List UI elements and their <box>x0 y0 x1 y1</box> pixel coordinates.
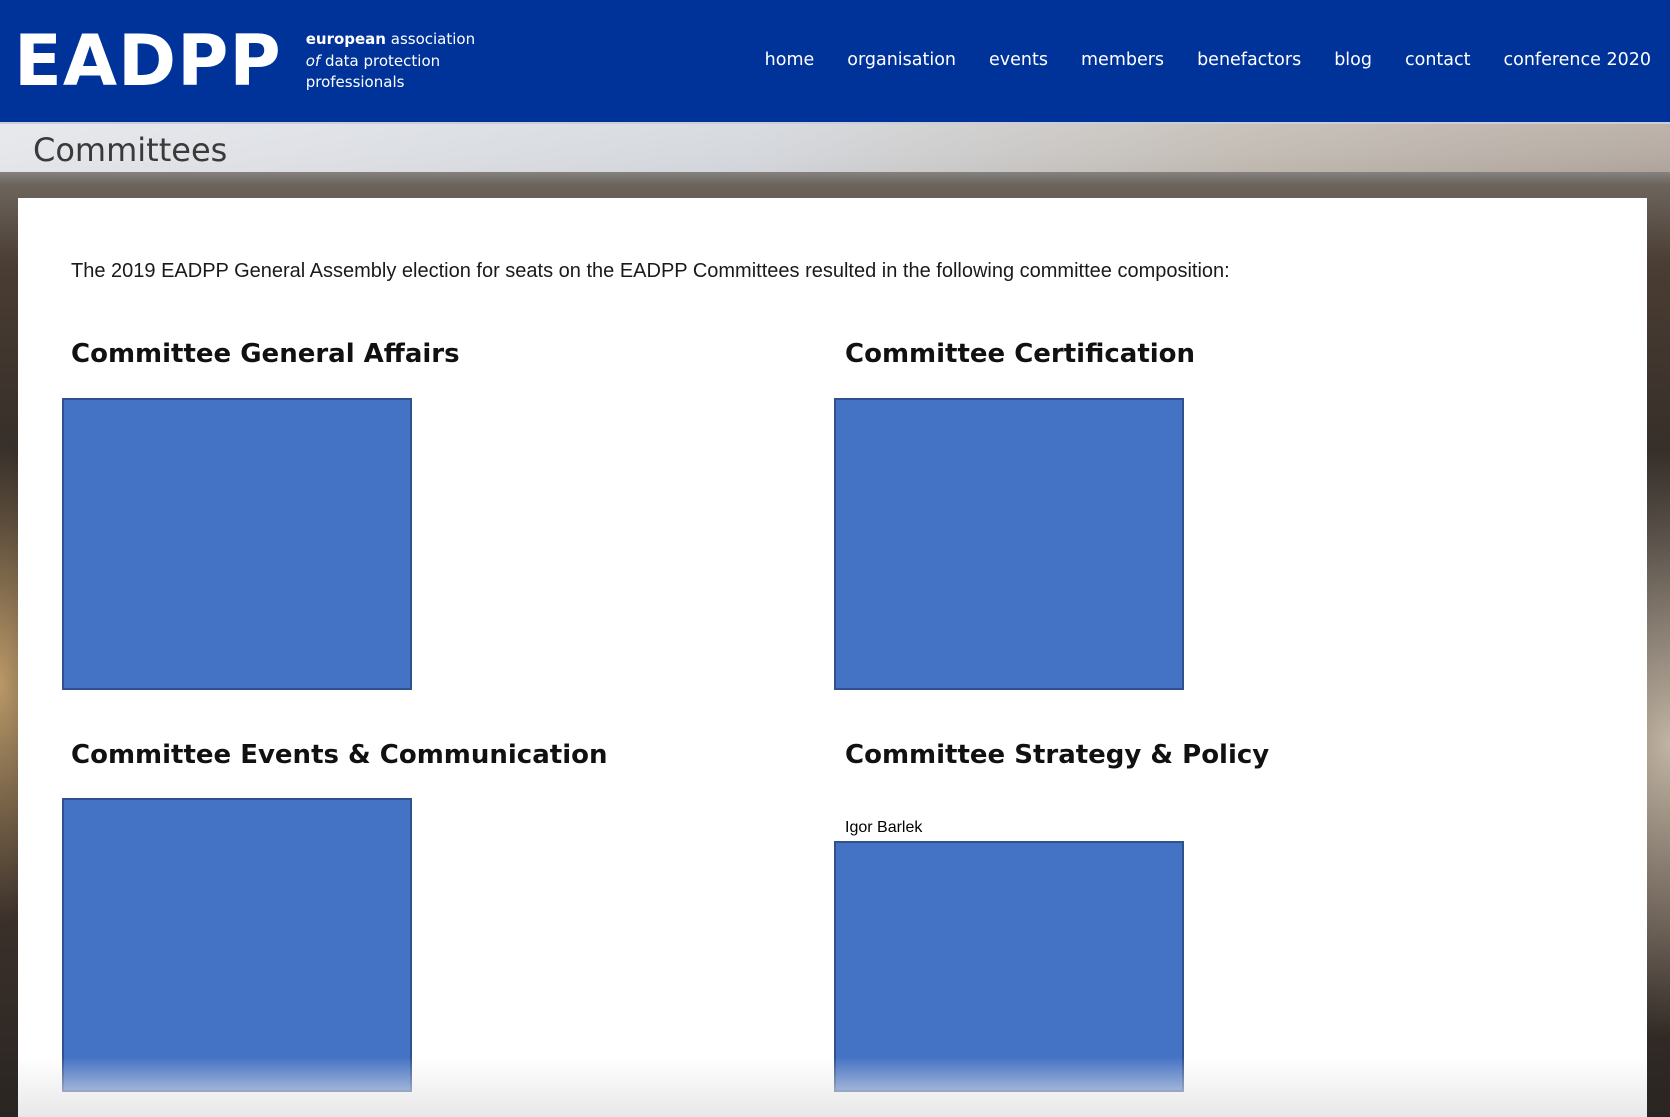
committee-heading: Committee General Affairs <box>71 339 460 369</box>
committee-strategy-policy: Committee Strategy & Policy <box>845 738 1269 772</box>
site-logo[interactable]: EADPP european association of data prote… <box>14 26 475 96</box>
page-title: Committees <box>33 131 228 169</box>
nav-home[interactable]: home <box>765 48 815 72</box>
committee-member-name: Igor Barlek <box>845 819 923 836</box>
committee-heading: Committee Certification <box>845 339 1196 369</box>
committee-general-affairs: Committee General Affairs <box>71 337 460 371</box>
committee-events-communication: Committee Events & Communication <box>71 738 607 772</box>
nav-events[interactable]: events <box>989 48 1048 72</box>
committee-photo-placeholder <box>62 398 412 690</box>
card-bottom-fade <box>18 1057 1647 1117</box>
nav-blog[interactable]: blog <box>1334 48 1372 72</box>
nav-conference-2020[interactable]: conference 2020 <box>1503 48 1651 72</box>
content-card: The 2019 EADPP General Assembly election… <box>18 198 1647 1117</box>
tagline-line-3: professionals <box>305 73 405 91</box>
committee-photo-placeholder <box>62 798 412 1092</box>
committee-photo-placeholder <box>834 398 1184 690</box>
committee-heading: Committee Strategy & Policy <box>845 740 1270 770</box>
nav-organisation[interactable]: organisation <box>847 48 956 72</box>
intro-text: The 2019 EADPP General Assembly election… <box>71 260 1230 282</box>
tagline-line-2: of data protection <box>305 51 441 70</box>
nav-benefactors[interactable]: benefactors <box>1197 48 1301 72</box>
logo-wordmark[interactable]: EADPP <box>14 26 282 96</box>
site-header: EADPP european association of data prote… <box>0 0 1670 124</box>
logo-tagline: european association of data protection … <box>306 29 475 94</box>
committee-certification: Committee Certification <box>845 337 1195 371</box>
tagline-line-1: european association <box>305 30 476 48</box>
nav-members[interactable]: members <box>1081 48 1164 72</box>
main-nav: home organisation events members benefac… <box>765 48 1651 72</box>
page-title-band <box>0 124 1670 172</box>
committee-heading: Committee Events & Communication <box>71 740 608 770</box>
nav-contact[interactable]: contact <box>1405 48 1471 72</box>
committee-photo-placeholder <box>834 841 1184 1092</box>
